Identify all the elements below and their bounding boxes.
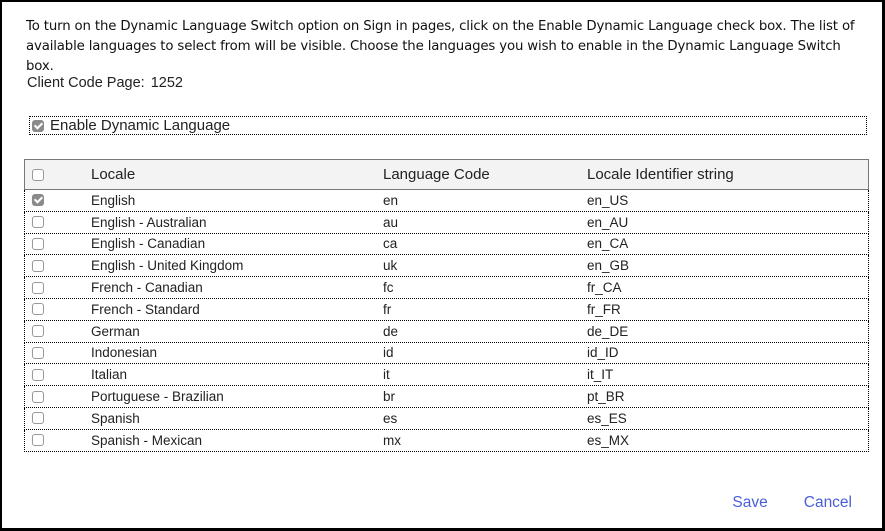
client-code-page-label: Client Code Page: [27, 75, 145, 91]
table-row[interactable]: Spanish es es_ES [24, 407, 869, 430]
language-table: Locale Language Code Locale Identifier s… [24, 159, 869, 452]
cell-locale: Portuguese - Brazilian [91, 389, 224, 405]
row-checkbox-cell [25, 216, 91, 229]
cell-language-code: uk [383, 258, 398, 274]
row-checkbox-cell [25, 281, 91, 294]
cell-language-code: br [383, 389, 396, 405]
intro-text: To turn on the Dynamic Language Switch o… [26, 19, 855, 74]
cell-locale-identifier: en_US [587, 192, 629, 208]
column-header-locale-identifier[interactable]: Locale Identifier string [587, 166, 868, 183]
row-checkbox-cell [25, 346, 91, 359]
cell-language-code: fr [383, 301, 392, 317]
cell-locale: English - Canadian [91, 236, 206, 252]
row-checkbox[interactable] [32, 237, 44, 250]
row-checkbox-cell [25, 325, 91, 338]
cell-locale: German [91, 323, 140, 339]
row-checkbox[interactable] [32, 303, 44, 316]
cell-locale-identifier: fr_CA [587, 280, 622, 296]
client-code-page-value: 1252 [150, 75, 183, 91]
table-row[interactable]: German de de_DE [24, 320, 869, 343]
cell-language-code: ca [383, 236, 398, 252]
save-button[interactable]: Save [732, 494, 767, 512]
row-checkbox-cell [25, 434, 91, 447]
cell-language-code: es [383, 410, 398, 426]
table-row[interactable]: Italian it it_IT [24, 364, 869, 387]
cell-locale: Indonesian [91, 345, 158, 361]
enable-dynamic-language-label: Enable Dynamic Language [50, 117, 231, 134]
row-checkbox-cell [25, 368, 91, 381]
row-checkbox[interactable] [32, 194, 44, 207]
select-all-cell [25, 168, 91, 181]
cell-language-code: mx [383, 432, 401, 448]
cell-language-code: en [383, 192, 399, 208]
cell-language-code: fc [383, 280, 394, 296]
dialog: To turn on the Dynamic Language Switch o… [0, 0, 885, 531]
cell-locale: English - Australian [91, 214, 207, 230]
table-row[interactable]: Indonesian id id_ID [24, 342, 869, 365]
client-code-page: Client Code Page: 1252 [27, 75, 183, 91]
cell-locale: Spanish [91, 410, 140, 426]
cell-locale-identifier: id_ID [587, 345, 619, 361]
table-header: Locale Language Code Locale Identifier s… [24, 159, 869, 190]
table-row[interactable]: English - United Kingdom uk en_GB [24, 255, 869, 278]
table-row[interactable]: Portuguese - Brazilian br pt_BR [24, 386, 869, 408]
table-row[interactable]: French - Standard fr fr_FR [24, 298, 869, 321]
column-header-language-code[interactable]: Language Code [383, 166, 587, 183]
cell-locale-identifier: es_ES [587, 410, 627, 426]
row-checkbox[interactable] [32, 216, 44, 229]
cell-locale-identifier: it_IT [587, 367, 614, 383]
cell-language-code: it [383, 367, 390, 383]
cell-locale: English [91, 192, 136, 208]
checkbox-icon[interactable] [32, 119, 44, 132]
row-checkbox-cell [25, 259, 91, 272]
row-checkbox-cell [25, 390, 91, 403]
cell-locale-identifier: pt_BR [587, 389, 625, 405]
dialog-footer: Save Cancel [732, 494, 852, 512]
cell-locale-identifier: de_DE [587, 323, 629, 339]
table-body: English en en_US English - Australian au en_A… [24, 190, 869, 452]
row-checkbox[interactable] [32, 346, 44, 359]
cell-language-code: de [383, 323, 399, 339]
row-checkbox[interactable] [32, 325, 44, 338]
cell-locale: French - Canadian [91, 280, 203, 296]
row-checkbox[interactable] [32, 412, 44, 425]
cell-locale-identifier: fr_FR [587, 301, 621, 317]
row-checkbox[interactable] [32, 368, 44, 381]
cell-locale-identifier: es_MX [587, 432, 630, 448]
cell-locale-identifier: en_GB [587, 258, 630, 274]
cell-locale-identifier: en_AU [587, 214, 629, 230]
row-checkbox[interactable] [32, 390, 44, 403]
row-checkbox[interactable] [32, 434, 44, 447]
row-checkbox-cell [25, 194, 91, 207]
select-all-checkbox[interactable] [32, 168, 44, 181]
table-row[interactable]: French - Canadian fc fr_CA [24, 277, 869, 299]
cell-language-code: au [383, 214, 399, 230]
row-checkbox[interactable] [32, 259, 44, 272]
column-header-locale[interactable]: Locale [91, 166, 383, 183]
row-checkbox[interactable] [32, 281, 44, 294]
cell-locale: Italian [91, 367, 128, 383]
table-row[interactable]: Spanish - Mexican mx es_MX [24, 429, 869, 452]
row-checkbox-cell [25, 412, 91, 425]
row-checkbox-cell [25, 303, 91, 316]
cell-locale-identifier: en_CA [587, 236, 629, 252]
table-row[interactable]: English - Canadian ca en_CA [24, 233, 869, 256]
table-row[interactable]: English - Australian au en_AU [24, 211, 869, 234]
cell-locale: French - Standard [91, 301, 200, 317]
row-checkbox-cell [25, 237, 91, 250]
cell-locale: Spanish - Mexican [91, 432, 203, 448]
table-row[interactable]: English en en_US [24, 190, 869, 212]
enable-dynamic-language-checkbox[interactable]: Enable Dynamic Language [29, 116, 867, 135]
cell-language-code: id [383, 345, 394, 361]
cell-locale: English - United Kingdom [91, 258, 244, 274]
cancel-button[interactable]: Cancel [804, 494, 852, 512]
